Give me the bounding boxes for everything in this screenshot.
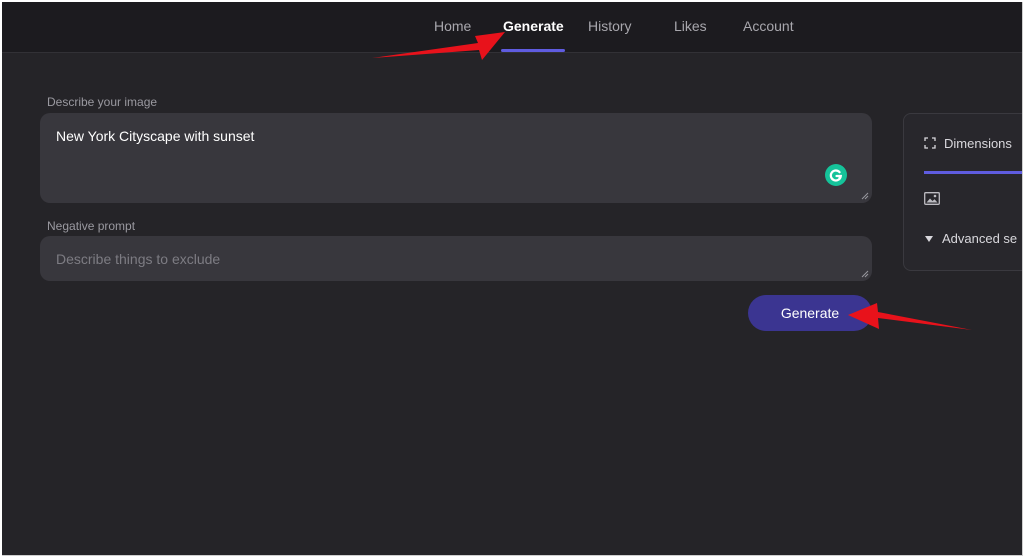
expand-corners-icon	[924, 137, 936, 149]
image-icon[interactable]	[924, 192, 940, 205]
advanced-settings-toggle[interactable]: Advanced se	[924, 231, 1017, 246]
nav-item-account[interactable]: Account	[743, 18, 794, 34]
tab-dimensions-label: Dimensions	[944, 136, 1012, 151]
grammarly-icon[interactable]	[825, 164, 847, 186]
resize-handle-icon[interactable]	[861, 192, 869, 200]
advanced-settings-label: Advanced se	[942, 231, 1018, 246]
nav-item-home[interactable]: Home	[434, 18, 471, 34]
nav-item-likes[interactable]: Likes	[674, 18, 707, 34]
active-tab-indicator	[501, 49, 565, 52]
prompt-label: Describe your image	[47, 95, 158, 109]
resize-handle-icon[interactable]	[861, 270, 869, 278]
tab-dimensions[interactable]: Dimensions	[924, 136, 1012, 151]
side-tab-indicator	[924, 171, 1022, 174]
prompt-value: New York Cityscape with sunset	[56, 128, 255, 144]
app-window: Home Generate History Likes Account Desc…	[2, 2, 1023, 556]
top-navigation: Home Generate History Likes Account	[2, 2, 1022, 53]
settings-side-panel: Dimensions Advanced se	[903, 113, 1022, 271]
nav-item-generate[interactable]: Generate	[503, 18, 564, 34]
negative-prompt-textarea[interactable]: Describe things to exclude	[40, 236, 872, 281]
prompt-textarea[interactable]: New York Cityscape with sunset	[40, 113, 872, 203]
generate-button[interactable]: Generate	[748, 295, 872, 331]
negative-prompt-placeholder: Describe things to exclude	[56, 251, 221, 267]
negative-prompt-label: Negative prompt	[47, 219, 136, 233]
nav-item-history[interactable]: History	[588, 18, 632, 34]
caret-down-icon	[925, 236, 933, 242]
